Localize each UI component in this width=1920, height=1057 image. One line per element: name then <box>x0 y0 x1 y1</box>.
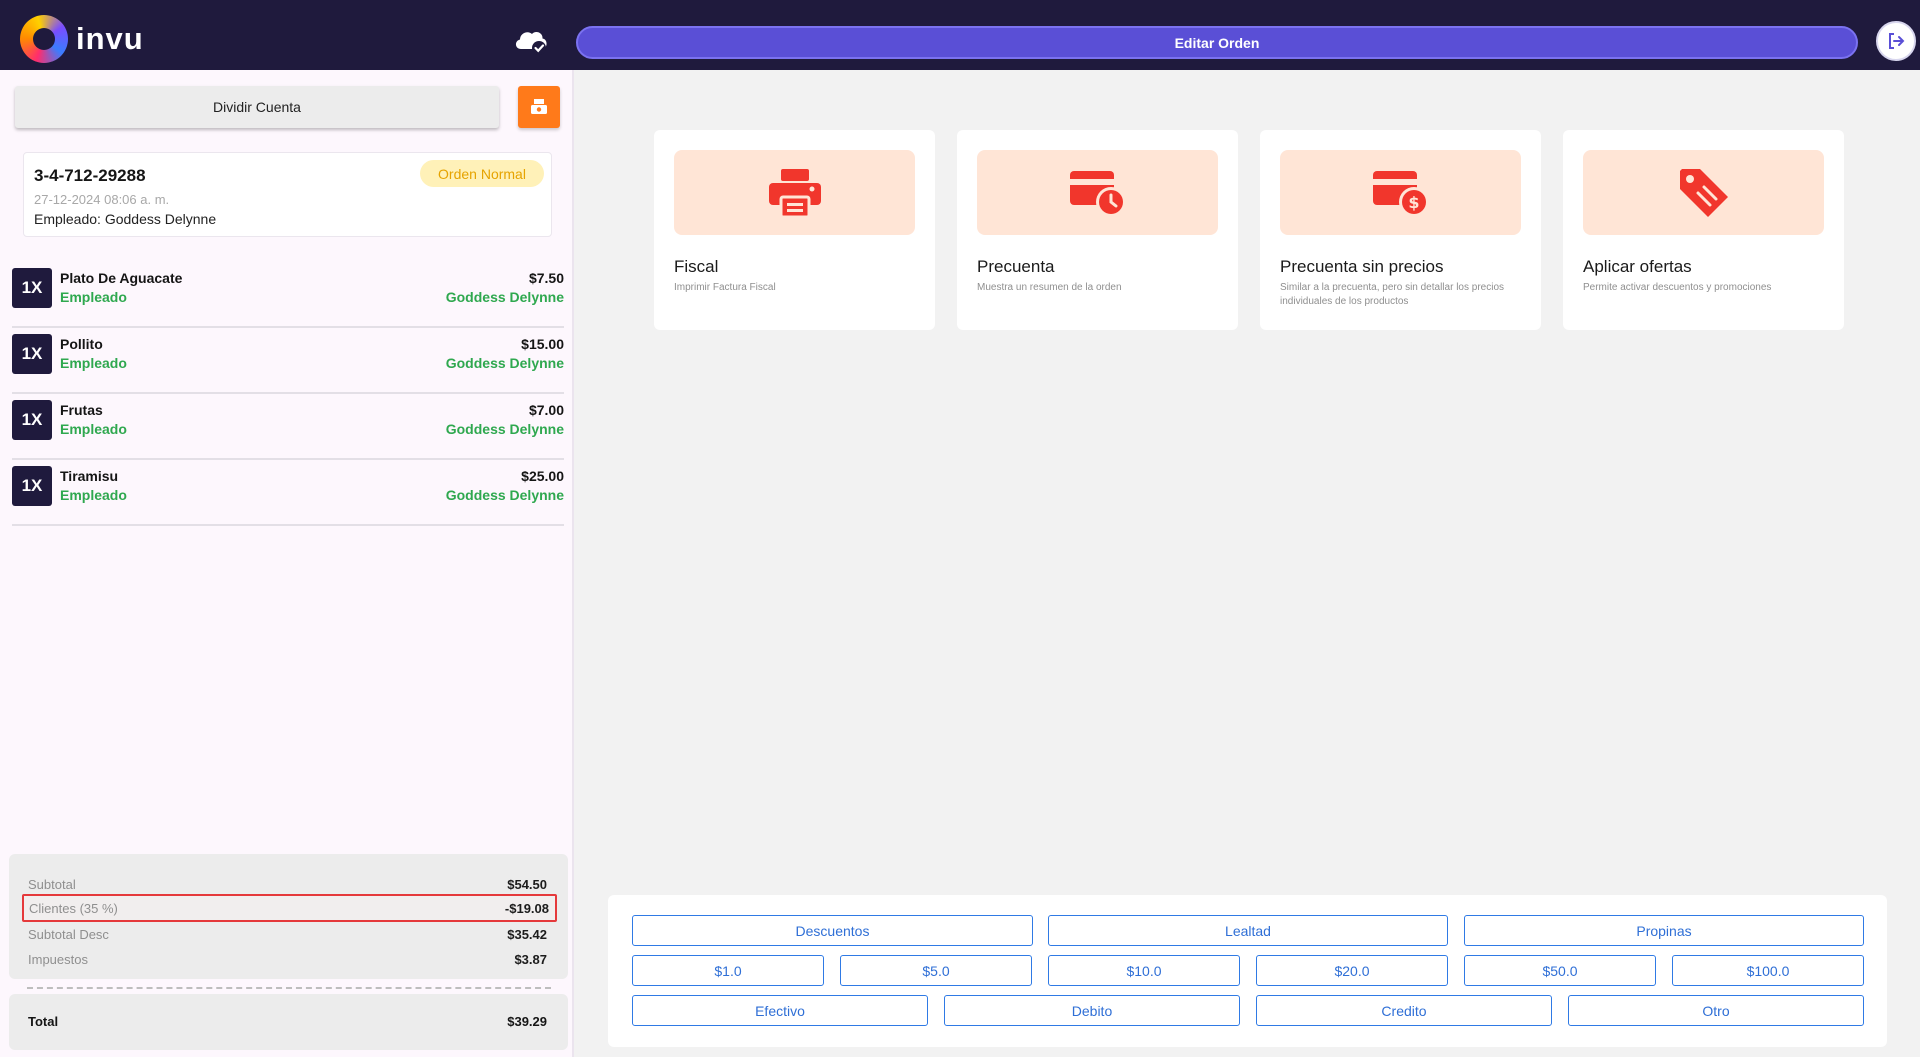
card-description: Imprimir Factura Fiscal <box>674 282 776 293</box>
precuenta-card[interactable]: Precuenta Muestra un resumen de la orden <box>957 130 1238 330</box>
precuenta-sin-precios-card[interactable]: $ Precuenta sin precios Similar a la pre… <box>1260 130 1541 330</box>
card-icon-area: $ <box>1280 150 1521 235</box>
item-quantity: 1X <box>12 268 52 308</box>
amount-1-button[interactable]: $1.0 <box>632 955 824 986</box>
item-price: $15.00 <box>521 336 564 352</box>
card-title: Precuenta sin precios <box>1280 257 1444 276</box>
aplicar-ofertas-card[interactable]: Aplicar ofertas Permite activar descuent… <box>1563 130 1844 330</box>
brand-name: invu <box>76 21 144 56</box>
taxes-row: Impuestos $3.87 <box>23 949 547 971</box>
credit-button[interactable]: Credito <box>1256 995 1552 1026</box>
item-name: Tiramisu <box>60 468 119 484</box>
item-price: $7.00 <box>528 402 564 418</box>
item-quantity: 1X <box>12 466 52 506</box>
item-quantity: 1X <box>12 334 52 374</box>
card-clock-icon <box>1069 170 1126 217</box>
card-title: Fiscal <box>674 257 719 276</box>
subtotal-value: $54.50 <box>507 877 547 892</box>
list-item[interactable]: 1X Frutas Empleado $7.00 Goddess Delynne <box>12 394 564 460</box>
logout-icon <box>1889 33 1905 49</box>
item-role: Empleado <box>60 421 127 437</box>
card-icon-area <box>977 150 1218 235</box>
subtotal-desc-value: $35.42 <box>507 927 547 942</box>
amount-50-button[interactable]: $50.0 <box>1464 955 1656 986</box>
item-quantity: 1X <box>12 400 52 440</box>
tips-button[interactable]: Propinas <box>1464 915 1864 946</box>
item-role: Empleado <box>60 289 127 305</box>
list-item[interactable]: 1X Pollito Empleado $15.00 Goddess Delyn… <box>12 328 564 394</box>
logout-button[interactable] <box>1876 21 1916 61</box>
list-item[interactable]: 1X Tiramisu Empleado $25.00 Goddess Dely… <box>12 460 564 526</box>
clients-discount-value: -$19.08 <box>504 901 549 916</box>
amount-10-button[interactable]: $10.0 <box>1048 955 1240 986</box>
subtotal-desc-row: Subtotal Desc $35.42 <box>23 924 547 946</box>
item-price: $7.50 <box>528 270 564 286</box>
employee-name: Goddess Delynne <box>104 211 217 227</box>
subtotal-desc-label: Subtotal Desc <box>28 927 109 942</box>
total-box: Total $39.29 <box>9 994 568 1050</box>
item-name: Pollito <box>60 336 103 352</box>
payment-panel: Descuentos Lealtad Propinas $1.0 $5.0 $1… <box>608 895 1887 1047</box>
subtotal-row: Subtotal $54.50 <box>23 874 547 896</box>
discounts-button[interactable]: Descuentos <box>632 915 1033 946</box>
order-employee: Empleado: Goddess Delynne <box>34 211 216 227</box>
printer-icon <box>768 168 821 218</box>
total-label: Total <box>28 1014 59 1029</box>
employee-label: Empleado: <box>34 211 101 227</box>
item-role: Empleado <box>60 487 127 503</box>
item-employee: Goddess Delynne <box>445 355 564 371</box>
edit-order-button[interactable]: Editar Orden <box>576 26 1858 59</box>
order-sidebar: Dividir Cuenta 3-4-712-29288 27-12-2024 … <box>0 70 574 1057</box>
item-employee: Goddess Delynne <box>445 487 564 503</box>
list-item[interactable]: 1X Plato De Aguacate Empleado $7.50 Godd… <box>12 262 564 328</box>
amount-100-button[interactable]: $100.0 <box>1672 955 1864 986</box>
order-datetime: 27-12-2024 08:06 a. m. <box>34 192 170 207</box>
card-icon-area <box>674 150 915 235</box>
amount-5-button[interactable]: $5.0 <box>840 955 1032 986</box>
order-info-card: 3-4-712-29288 27-12-2024 08:06 a. m. Emp… <box>23 152 552 237</box>
order-type-badge: Orden Normal <box>420 160 544 187</box>
cash-button[interactable]: Efectivo <box>632 995 928 1026</box>
taxes-label: Impuestos <box>28 952 88 967</box>
invu-logo-icon <box>20 15 68 63</box>
cloud-check-icon[interactable] <box>512 24 550 56</box>
total-value: $39.29 <box>507 1014 547 1029</box>
card-description: Permite activar descuentos y promociones <box>1583 282 1772 293</box>
taxes-value: $3.87 <box>514 952 547 967</box>
split-account-button[interactable]: Dividir Cuenta <box>15 86 499 128</box>
clients-discount-label: Clientes (35 %) <box>29 901 118 916</box>
item-price: $25.00 <box>521 468 564 484</box>
debit-button[interactable]: Debito <box>944 995 1240 1026</box>
item-role: Empleado <box>60 355 127 371</box>
tag-icon <box>1679 168 1728 217</box>
card-description: Similar a la precuenta, pero sin detalla… <box>1280 282 1504 307</box>
totals-divider <box>27 987 551 989</box>
cash-drawer-button[interactable] <box>518 86 560 128</box>
item-employee: Goddess Delynne <box>445 289 564 305</box>
card-title: Precuenta <box>977 257 1055 276</box>
other-payment-button[interactable]: Otro <box>1568 995 1864 1026</box>
order-id: 3-4-712-29288 <box>34 166 146 185</box>
cash-drawer-icon <box>531 99 547 114</box>
item-employee: Goddess Delynne <box>445 421 564 437</box>
card-dollar-icon: $ <box>1372 170 1429 217</box>
order-items-list: 1X Plato De Aguacate Empleado $7.50 Godd… <box>12 262 564 526</box>
card-title: Aplicar ofertas <box>1583 257 1692 276</box>
amount-20-button[interactable]: $20.0 <box>1256 955 1448 986</box>
top-bar: invu Editar Orden <box>0 0 1920 70</box>
clients-discount-row[interactable]: Clientes (35 %) -$19.08 <box>22 894 557 922</box>
svg-text:$: $ <box>1408 193 1419 212</box>
fiscal-card[interactable]: Fiscal Imprimir Factura Fiscal <box>654 130 935 330</box>
card-icon-area <box>1583 150 1824 235</box>
item-name: Frutas <box>60 402 103 418</box>
loyalty-button[interactable]: Lealtad <box>1048 915 1448 946</box>
subtotal-label: Subtotal <box>28 877 76 892</box>
card-description: Muestra un resumen de la orden <box>977 282 1122 293</box>
order-totals: Subtotal $54.50 Clientes (35 %) -$19.08 … <box>9 854 568 1050</box>
item-name: Plato De Aguacate <box>60 270 183 286</box>
